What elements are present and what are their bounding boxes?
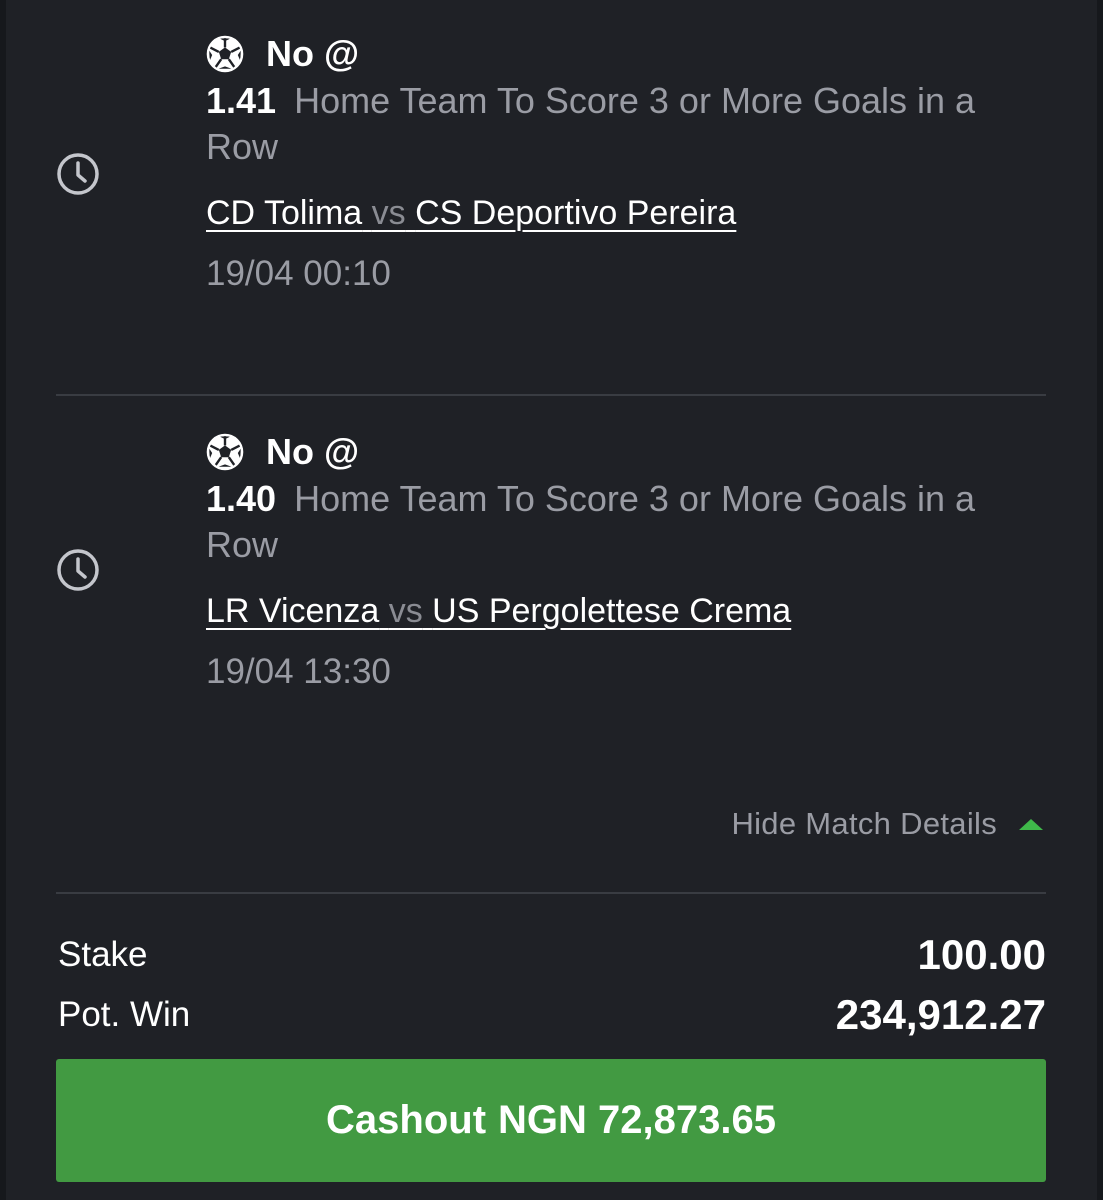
vs-label: vs (388, 592, 423, 630)
stake-row: Stake 100.00 (58, 928, 1046, 982)
divider (56, 394, 1046, 396)
market-block: 1.41 Home Team To Score 3 or More Goals i… (206, 78, 1046, 170)
bet-content: No @ 1.41 Home Team To Score 3 or More Go… (206, 30, 1046, 294)
cashout-button[interactable]: Cashout NGN 72,873.65 (56, 1059, 1046, 1182)
pick-line: No @ (206, 428, 1046, 476)
match-link[interactable]: CD Tolima vs CS Deportivo Pereira (206, 190, 1046, 236)
potential-win-row: Pot. Win 234,912.27 (58, 988, 1046, 1042)
match-datetime: 19/04 13:30 (206, 652, 391, 691)
away-team: US Pergolettese Crema (432, 592, 792, 630)
caret-up-icon (1019, 818, 1043, 830)
left-frame-edge (0, 0, 6, 1200)
odds-value: 1.40 (206, 478, 277, 519)
cashout-amount: NGN 72,873.65 (498, 1098, 776, 1142)
home-team: CD Tolima (206, 194, 363, 232)
market-block: 1.40 Home Team To Score 3 or More Goals i… (206, 476, 1046, 568)
stake-value: 100.00 (917, 931, 1046, 978)
odds-value: 1.41 (206, 80, 277, 121)
clock-icon (57, 153, 99, 195)
pick-label: No @ (266, 431, 360, 472)
market-name: Home Team To Score 3 or More Goals in a … (206, 478, 976, 565)
stake-label: Stake (58, 935, 148, 974)
match-link[interactable]: LR Vicenza vs US Pergolettese Crema (206, 588, 1046, 634)
potential-win-value: 234,912.27 (835, 991, 1046, 1038)
pick-label: No @ (266, 33, 360, 74)
divider (56, 892, 1046, 894)
hide-match-details-toggle[interactable]: Hide Match Details (731, 806, 1043, 842)
soccer-ball-icon (206, 433, 244, 471)
toggle-label: Hide Match Details (731, 806, 997, 841)
match-datetime: 19/04 00:10 (206, 254, 391, 293)
clock-icon (57, 549, 99, 591)
soccer-ball-icon (206, 35, 244, 73)
home-team: LR Vicenza (206, 592, 380, 630)
away-team: CS Deportivo Pereira (415, 194, 737, 232)
pick-line: No @ (206, 30, 1046, 78)
bet-content: No @ 1.40 Home Team To Score 3 or More Go… (206, 428, 1046, 692)
right-frame-edge (1097, 0, 1103, 1200)
potential-win-label: Pot. Win (58, 995, 191, 1034)
cashout-label: Cashout (326, 1098, 487, 1142)
market-name: Home Team To Score 3 or More Goals in a … (206, 80, 976, 167)
vs-label: vs (371, 194, 406, 232)
